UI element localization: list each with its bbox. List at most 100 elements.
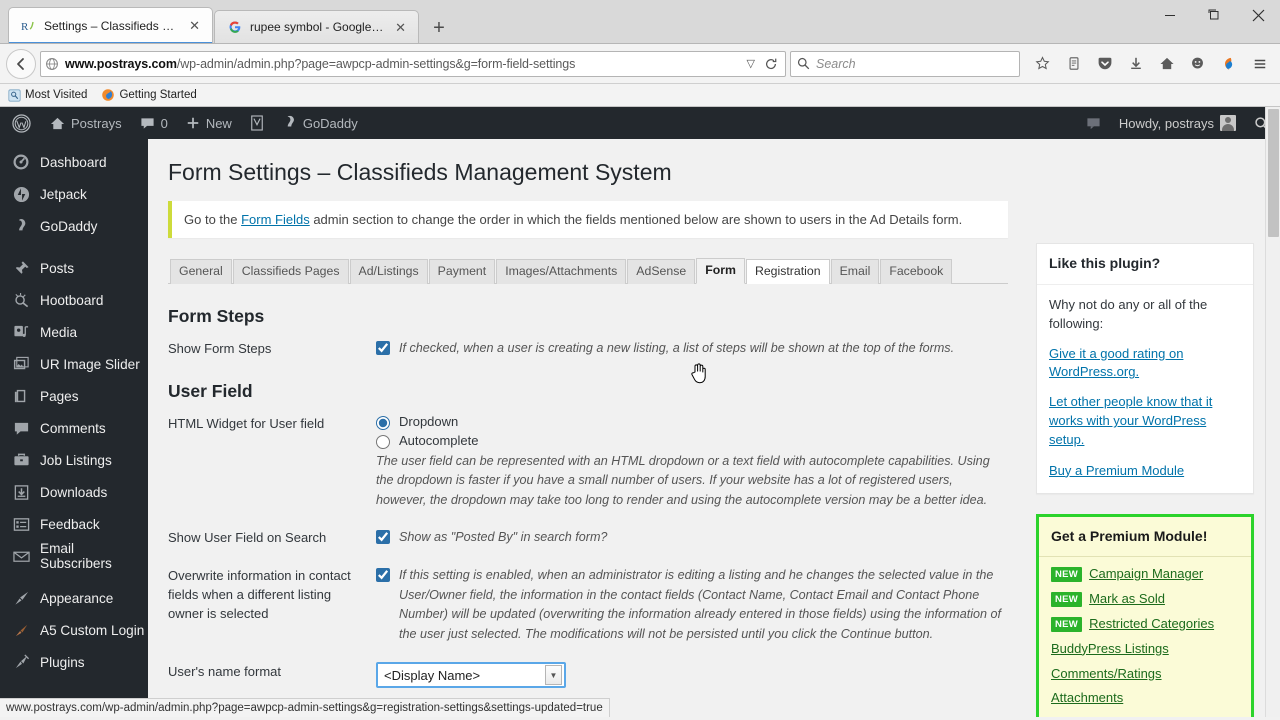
star-icon[interactable] <box>1028 50 1057 78</box>
attachments-link[interactable]: Attachments <box>1051 689 1123 708</box>
bookmark-most-visited[interactable]: Most Visited <box>8 88 87 102</box>
reader-icon[interactable] <box>1059 50 1088 78</box>
minimize-button[interactable] <box>1148 1 1192 29</box>
setting-row-html-widget: HTML Widget for User field Dropdown Auto… <box>168 414 1008 511</box>
pocket-icon[interactable] <box>1090 50 1119 78</box>
sidebar-item-plugins[interactable]: Plugins <box>0 646 148 678</box>
wp-logo-menu[interactable] <box>2 107 41 139</box>
new-content-menu[interactable]: New <box>177 107 241 139</box>
godaddy-menu[interactable]: GoDaddy <box>273 107 367 139</box>
bookmark-getting-started[interactable]: Getting Started <box>101 88 197 102</box>
close-window-button[interactable] <box>1236 1 1280 29</box>
buddypress-listings-link[interactable]: BuddyPress Listings <box>1051 640 1169 659</box>
tab-facebook[interactable]: Facebook <box>880 259 953 284</box>
yoast-menu[interactable] <box>241 107 273 139</box>
back-button[interactable] <box>6 48 36 79</box>
sidebar-item-a5-custom-login[interactable]: A5 Custom Login <box>0 614 148 646</box>
show-form-steps-checkbox[interactable] <box>376 340 390 355</box>
notice-text-before: Go to the <box>184 211 242 227</box>
downloads-icon[interactable] <box>1121 50 1150 78</box>
dropdown-radio[interactable] <box>376 415 390 430</box>
autocomplete-radio[interactable] <box>376 434 390 449</box>
wp-admin-bar: Postrays 0 New GoDaddy Howdy, postrays <box>0 107 1280 139</box>
premium-module-box: Get a Premium Module! NEW Campaign Manag… <box>1036 513 1254 717</box>
rate-plugin-link[interactable]: Give it a good rating on WordPress.org. <box>1049 345 1241 383</box>
tab-images-attachments[interactable]: Images/Attachments <box>496 259 627 284</box>
sidebar-item-pages[interactable]: Pages <box>0 380 148 412</box>
sidebar-item-downloads[interactable]: Downloads <box>0 476 148 508</box>
browser-tab-1[interactable]: R Settings – Classifieds Mana... ✕ <box>8 7 213 43</box>
section-heading-form-steps: Form Steps <box>168 305 265 326</box>
sidebar-item-label: Job Listings <box>40 452 112 468</box>
firefox-account-icon[interactable] <box>1214 50 1243 78</box>
new-tab-button[interactable]: + <box>424 13 454 43</box>
sidebar-item-hootboard[interactable]: Hootboard <box>0 284 148 316</box>
mark-as-sold-link[interactable]: Mark as Sold <box>1089 590 1165 609</box>
sidebar-item-ur-image-slider[interactable]: UR Image Slider <box>0 348 148 380</box>
sidebar-item-jetpack[interactable]: Jetpack <box>0 178 148 210</box>
hamburger-menu-icon[interactable] <box>1245 50 1274 78</box>
reload-icon[interactable] <box>764 57 778 71</box>
tab-form[interactable]: Form <box>696 258 745 284</box>
radio-option-dropdown[interactable]: Dropdown <box>376 414 1008 430</box>
scrollbar-thumb[interactable] <box>1268 109 1279 237</box>
radio-option-autocomplete[interactable]: Autocomplete <box>376 433 1008 449</box>
list-item: NEW Restricted Categories <box>1051 615 1239 634</box>
campaign-manager-link[interactable]: Campaign Manager <box>1089 565 1203 584</box>
plug-icon <box>11 652 31 672</box>
sidebar-item-job-listings[interactable]: Job Listings <box>0 444 148 476</box>
brush-icon <box>11 588 31 608</box>
tab-registration[interactable]: Registration <box>745 259 830 284</box>
overwrite-contact-checkbox[interactable] <box>376 568 390 583</box>
sidebar-item-appearance[interactable]: Appearance <box>0 582 148 614</box>
account-menu[interactable]: Howdy, postrays <box>1110 107 1245 139</box>
search-bar[interactable]: Search <box>790 50 1020 77</box>
site-name-menu[interactable]: Postrays <box>41 107 131 139</box>
home-icon[interactable] <box>1152 50 1181 78</box>
tab-close-icon[interactable]: ✕ <box>393 21 408 34</box>
search-input[interactable]: Search <box>816 57 856 71</box>
howdy-label: Howdy, postrays <box>1118 115 1214 131</box>
sidebar-item-media[interactable]: Media <box>0 316 148 348</box>
tab-classifieds-pages[interactable]: Classifieds Pages <box>232 259 349 284</box>
comments-menu[interactable]: 0 <box>131 107 177 139</box>
comments-ratings-link[interactable]: Comments/Ratings <box>1051 665 1162 684</box>
url-domain: www.postrays.com <box>65 56 177 71</box>
sidebar-item-dashboard[interactable]: Dashboard <box>0 146 148 178</box>
notifications-icon[interactable] <box>1077 107 1110 139</box>
new-badge: NEW <box>1051 567 1083 583</box>
form-fields-link[interactable]: Form Fields <box>241 212 310 227</box>
browser-tab-2[interactable]: rupee symbol - Google Sea... ✕ <box>214 10 419 43</box>
tab-ad-listings[interactable]: Ad/Listings <box>349 259 428 284</box>
tab-general[interactable]: General <box>170 259 232 284</box>
sidebar-item-email-subscribers[interactable]: Email Subscribers <box>0 540 148 572</box>
avatar <box>1220 115 1236 131</box>
tab-close-icon[interactable]: ✕ <box>187 19 202 32</box>
most-visited-icon <box>8 88 21 102</box>
page-scrollbar[interactable] <box>1265 107 1280 717</box>
tab-payment[interactable]: Payment <box>428 259 496 284</box>
sync-icon[interactable] <box>1183 50 1212 78</box>
setting-label: Show Form Steps <box>168 340 272 356</box>
maximize-button[interactable] <box>1192 1 1236 29</box>
tab-adsense[interactable]: AdSense <box>627 259 696 284</box>
bookmarks-bar: Most Visited Getting Started <box>0 84 1280 107</box>
address-bar[interactable]: www.postrays.com/wp-admin/admin.php?page… <box>40 50 786 77</box>
sidebar-item-godaddy[interactable]: GoDaddy <box>0 210 148 242</box>
restricted-categories-link[interactable]: Restricted Categories <box>1089 615 1214 634</box>
address-bar-actions: ▽ <box>747 57 781 71</box>
buy-premium-module-link[interactable]: Buy a Premium Module <box>1049 462 1184 481</box>
sidebar-item-label: Hootboard <box>40 292 104 308</box>
dropmarker-icon[interactable]: ▽ <box>747 57 755 70</box>
sidebar-item-feedback[interactable]: Feedback <box>0 508 148 540</box>
user-name-format-select[interactable]: <Display Name> ▼ <box>376 662 566 689</box>
sidebar-item-posts[interactable]: Posts <box>0 252 148 284</box>
setting-label: Overwrite information in contact fields … <box>168 568 351 621</box>
radio-label: Autocomplete <box>399 433 479 449</box>
show-user-field-search-checkbox[interactable] <box>376 530 390 545</box>
tab-email[interactable]: Email <box>830 259 880 284</box>
tell-others-link[interactable]: Let other people know that it works with… <box>1049 393 1241 450</box>
sidebar-item-comments[interactable]: Comments <box>0 412 148 444</box>
chevron-down-icon[interactable]: ▼ <box>545 665 562 686</box>
site-name: Postrays <box>71 115 122 131</box>
